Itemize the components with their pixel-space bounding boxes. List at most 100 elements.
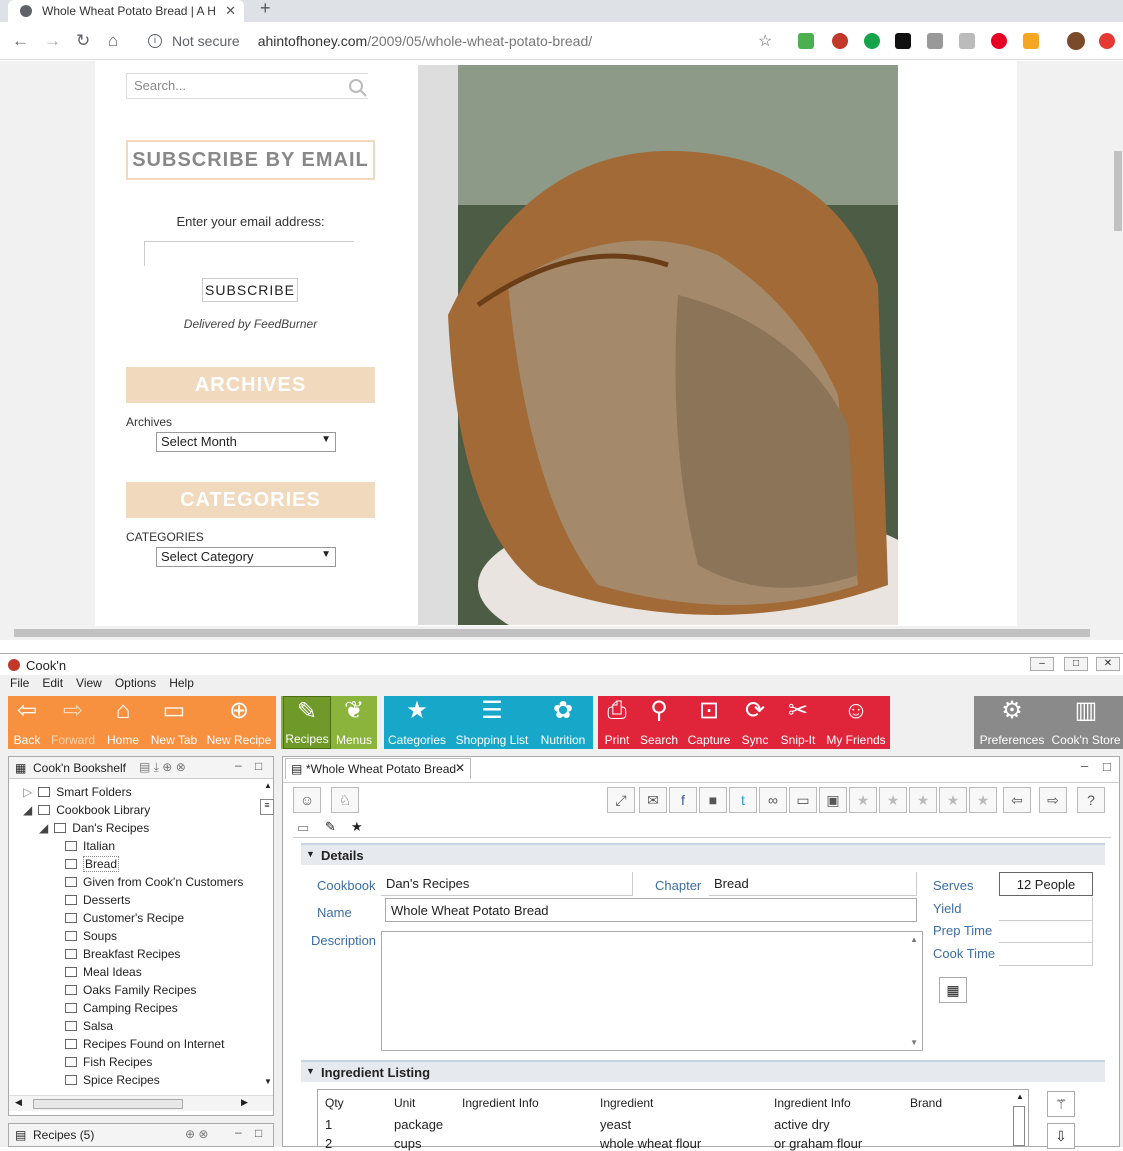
scroll-left-icon[interactable]: ◀	[15, 1097, 22, 1108]
chapter-item[interactable]: Spice Recipes	[65, 1073, 160, 1087]
my-friends-button[interactable]: ☺ My Friends	[824, 696, 888, 749]
chapter-item[interactable]: Breakfast Recipes	[65, 947, 180, 961]
pane-maximize-icon[interactable]: □	[1103, 759, 1111, 774]
minimize-button[interactable]: –	[1030, 657, 1054, 671]
prep-time-field[interactable]	[999, 919, 1093, 943]
archives-select[interactable]: Select Month ▼	[156, 432, 336, 452]
pane-minimize-icon[interactable]: –	[1081, 758, 1088, 773]
pinterest-icon[interactable]	[991, 33, 1007, 49]
search-button[interactable]: ⚲ Search	[638, 696, 680, 749]
star-rating-5-icon[interactable]: ★	[969, 787, 997, 813]
honey-extension-icon[interactable]	[1023, 33, 1039, 49]
avatar[interactable]	[1067, 32, 1085, 50]
forward-arrow-icon[interactable]: →	[44, 31, 61, 51]
nutrition-button[interactable]: ✿ Nutrition	[535, 696, 591, 749]
update-icon[interactable]	[1099, 33, 1115, 49]
bookshelf-horizontal-scrollbar[interactable]: ◀ ▶	[9, 1095, 273, 1111]
tree-cookbook[interactable]: ◢ Dan's Recipes	[39, 821, 149, 835]
scrollbar-thumb[interactable]	[1114, 151, 1122, 231]
new-tab-plus-icon[interactable]: +	[260, 0, 271, 19]
favorite-star-icon[interactable]: ★	[351, 819, 363, 835]
categories-select[interactable]: Select Category ▼	[156, 547, 336, 567]
menu-view[interactable]: View	[76, 676, 102, 694]
chapter-item[interactable]: Customer's Recipe	[65, 911, 184, 925]
address-bar[interactable]: i Not secure ahintofhoney.com/2009/05/wh…	[140, 27, 780, 55]
home-icon[interactable]: ⌂	[108, 31, 118, 51]
scrollbar-thumb[interactable]	[33, 1099, 183, 1109]
categories-button[interactable]: ★ Categories	[386, 696, 448, 749]
scroll-up-icon[interactable]: ▲	[264, 781, 272, 790]
table-cell[interactable]: yeast	[600, 1117, 631, 1132]
back-arrow-icon[interactable]: ←	[12, 31, 29, 51]
chapter-item[interactable]: Camping Recipes	[65, 1001, 178, 1015]
pane-minimize-icon[interactable]: –	[235, 1125, 242, 1139]
chapter-item[interactable]: Fish Recipes	[65, 1055, 152, 1069]
chapter-item[interactable]: Given from Cook'n Customers	[65, 875, 243, 889]
scrollbar-thumb[interactable]	[1013, 1106, 1025, 1146]
browser-tab[interactable]: Whole Wheat Potato Bread | A H ✕	[8, 0, 244, 22]
bookshelf-vertical-scrollbar[interactable]: ▲ ≡ ▼	[260, 781, 274, 1091]
scroll-up-icon[interactable]: ▲	[1016, 1092, 1024, 1101]
preferences-button[interactable]: ⚙ Preferences	[976, 696, 1048, 749]
menu-file[interactable]: File	[10, 676, 29, 694]
table-cell[interactable]: 2	[325, 1136, 332, 1151]
facebook-icon[interactable]: f	[669, 787, 697, 813]
maximize-button[interactable]: □	[1064, 657, 1088, 671]
email-icon[interactable]: ✉	[639, 787, 667, 813]
clipboard-icon[interactable]: ▣	[819, 787, 847, 813]
recipes-pane-toolbar-icon[interactable]: ⊕ ⊗	[185, 1127, 208, 1141]
play-extension-icon[interactable]	[895, 33, 911, 49]
chapter-item[interactable]: Salsa	[65, 1019, 113, 1033]
help-icon[interactable]: ?	[1077, 787, 1105, 813]
table-cell[interactable]: whole wheat flour	[600, 1136, 701, 1151]
star-rating-4-icon[interactable]: ★	[939, 787, 967, 813]
b-extension-icon[interactable]	[959, 33, 975, 49]
scroll-right-icon[interactable]: ▶	[241, 1097, 248, 1108]
page-vertical-scrollbar[interactable]	[1113, 61, 1123, 626]
tree-cookbook-library[interactable]: ◢ Cookbook Library	[23, 803, 150, 817]
recipe-tab[interactable]: ▤ *Whole Wheat Potato Bread ✕	[285, 758, 471, 779]
twitter-icon[interactable]: t	[729, 787, 757, 813]
friends-share-icon[interactable]: ☺	[293, 787, 321, 813]
scroll-down-icon[interactable]: ▼	[910, 1038, 918, 1047]
strawberry-extension-icon[interactable]	[832, 33, 848, 49]
close-icon[interactable]: ✕	[455, 761, 465, 775]
recipes-pane-header[interactable]: ▤ Recipes (5) ⊕ ⊗ – □	[8, 1123, 274, 1147]
table-cell[interactable]: or graham flour	[774, 1136, 862, 1151]
scrollbar-thumb[interactable]: ≡	[260, 799, 274, 815]
extension-icon[interactable]	[798, 33, 814, 49]
star-rating-1-icon[interactable]: ★	[849, 787, 877, 813]
fullscreen-icon[interactable]: ⤢	[607, 787, 635, 813]
folder-tab-icon[interactable]: ▭	[297, 820, 309, 836]
close-button[interactable]: ✕	[1096, 657, 1120, 671]
new-tab-button[interactable]: ▭ New Tab	[148, 696, 200, 749]
description-textarea[interactable]: ▲ ▼	[381, 931, 923, 1051]
table-cell[interactable]: cups	[394, 1136, 421, 1151]
chapter-item[interactable]: Meal Ideas	[65, 965, 142, 979]
forward-button[interactable]: ⇨ Forward	[48, 696, 98, 749]
chapter-item[interactable]: Recipes Found on Internet	[65, 1037, 224, 1051]
code-extension-icon[interactable]	[927, 33, 943, 49]
yield-field[interactable]	[999, 897, 1093, 921]
table-cell[interactable]: 1	[325, 1117, 332, 1132]
search-input[interactable]: Search...	[126, 73, 368, 99]
serves-field[interactable]: 12 People	[999, 872, 1093, 896]
chapter-item[interactable]: Oaks Family Recipes	[65, 983, 196, 997]
print-button[interactable]: ⎙ Print	[598, 696, 636, 749]
ingredients-section-header[interactable]: ▼ Ingredient Listing	[301, 1060, 1105, 1082]
store-button[interactable]: ▥ Cook'n Store	[1050, 696, 1122, 749]
new-recipe-button[interactable]: ⊕ New Recipe	[204, 696, 274, 749]
menus-button[interactable]: ❦ Menus	[333, 696, 375, 749]
recipes-button[interactable]: ✎ Recipes	[283, 696, 331, 749]
sync-button[interactable]: ⟳ Sync	[736, 696, 774, 749]
search-icon[interactable]	[348, 78, 368, 98]
capture-button[interactable]: ⊡ Capture	[684, 696, 734, 749]
cook-time-field[interactable]	[999, 942, 1093, 966]
home-button[interactable]: ⌂ Home	[100, 696, 146, 749]
collapse-arrow-icon[interactable]: ▼	[306, 849, 315, 859]
previous-recipe-icon[interactable]: ⇦	[1003, 787, 1031, 813]
next-recipe-icon[interactable]: ⇨	[1039, 787, 1067, 813]
bookmark-star-icon[interactable]: ☆	[758, 31, 772, 51]
snip-it-button[interactable]: ✂ Snip-It	[776, 696, 820, 749]
close-icon[interactable]: ✕	[225, 3, 236, 19]
